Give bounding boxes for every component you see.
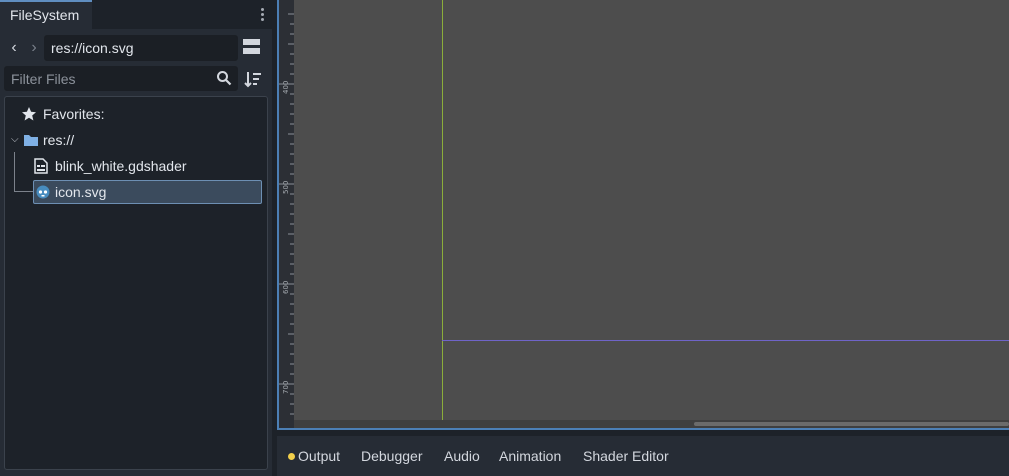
dock-menu-icon[interactable] [257, 6, 267, 24]
vertical-ruler: 400 500 600 700 [279, 0, 294, 428]
folder-icon [24, 135, 38, 146]
output-indicator-icon [288, 453, 295, 460]
ruler-label: 600 [282, 281, 290, 294]
forward-icon[interactable]: › [26, 38, 42, 58]
tree-item-label: res:// [43, 132, 75, 148]
tree-item-label: icon.svg [55, 184, 107, 200]
ruler-label: 700 [282, 381, 290, 394]
sort-icon[interactable] [244, 70, 262, 88]
star-icon [22, 107, 36, 121]
filter-files-input[interactable] [4, 66, 238, 91]
toggle-split-mode-button[interactable] [243, 39, 261, 57]
y-axis-guide [442, 0, 443, 428]
bottom-panel: Output Debugger Audio Animation Shader E… [277, 436, 1009, 476]
tree-connector [14, 152, 15, 192]
tree-item-label: blink_white.gdshader [55, 158, 187, 174]
search-icon [217, 71, 232, 86]
tree-item-file[interactable]: blink_white.gdshader [33, 154, 261, 178]
scrollbar-thumb[interactable] [694, 422, 1009, 426]
horizontal-scrollbar[interactable] [294, 420, 1009, 428]
tab-debugger[interactable]: Debugger [361, 436, 423, 476]
godot-svg-icon [36, 185, 50, 199]
tree-item-label: Favorites: [43, 106, 105, 122]
tab-filesystem[interactable]: FileSystem [0, 0, 92, 29]
ruler-label: 500 [282, 181, 290, 194]
viewport-boundary-guide [442, 340, 1009, 341]
file-tree: Favorites: ⌵ res:// blink_white.gdshader [4, 96, 268, 470]
tab-animation[interactable]: Animation [499, 436, 561, 476]
tree-item-file-selected[interactable]: icon.svg [33, 180, 262, 204]
tree-connector [14, 191, 33, 192]
tree-item-favorites[interactable]: Favorites: [19, 102, 259, 126]
path-input[interactable] [44, 35, 238, 61]
tab-output[interactable]: Output [298, 436, 340, 476]
filesystem-dock: FileSystem ‹ › Favorites: ⌵ res:// [0, 0, 272, 476]
tree-item-res-root[interactable]: ⌵ res:// [9, 128, 259, 152]
back-icon[interactable]: ‹ [6, 38, 22, 58]
chevron-down-icon[interactable]: ⌵ [11, 128, 19, 152]
tab-shader-editor[interactable]: Shader Editor [583, 436, 669, 476]
tab-audio[interactable]: Audio [444, 436, 480, 476]
editor-viewport[interactable]: 400 500 600 700 [277, 0, 1009, 430]
ruler-label: 400 [282, 81, 290, 94]
shader-file-icon [34, 158, 48, 174]
